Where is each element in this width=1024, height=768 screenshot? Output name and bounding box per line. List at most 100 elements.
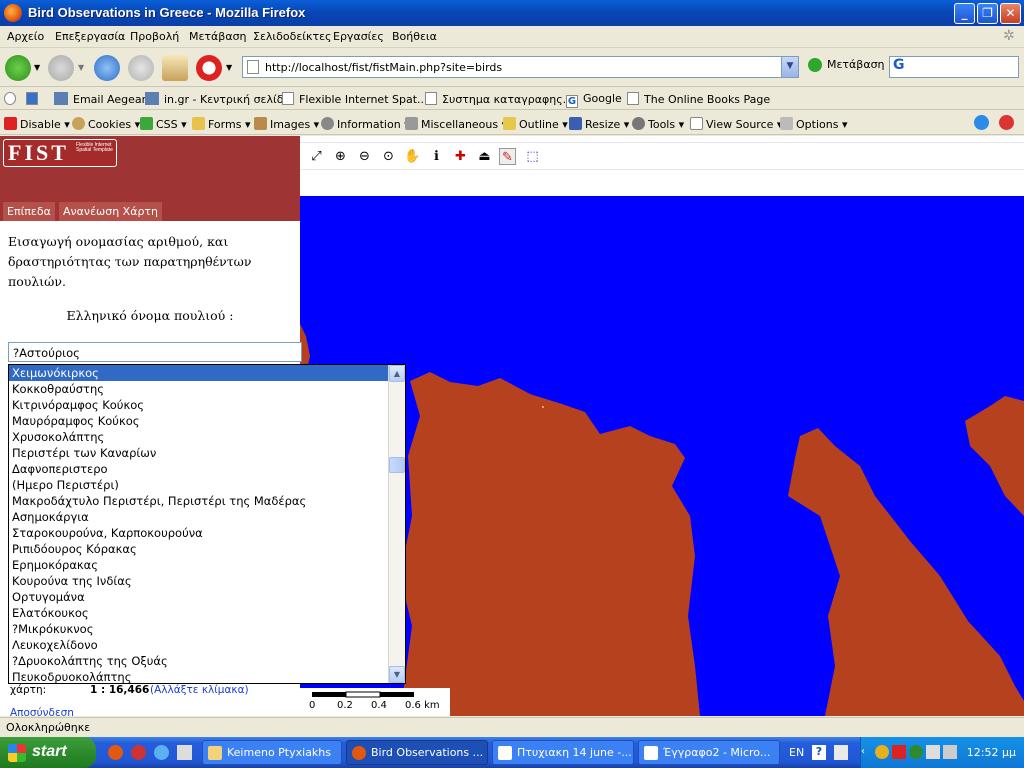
dropdown-option[interactable]: Χρυσοκολάπτης xyxy=(9,429,389,445)
dropdown-option[interactable]: Ριπιδόουρος Κόρακας xyxy=(9,541,389,557)
tray-expand-icon[interactable]: ‹ xyxy=(861,746,865,757)
help-icon[interactable]: ? xyxy=(812,745,826,760)
bookmark-email-aegean[interactable]: Email Aegean xyxy=(54,92,149,106)
zoom-out-icon[interactable]: ⊖ xyxy=(356,148,373,165)
menu-go[interactable]: Μετάβαση xyxy=(189,30,247,43)
back-icon[interactable] xyxy=(5,55,31,81)
scroll-thumb[interactable] xyxy=(389,457,405,473)
tray-icon[interactable] xyxy=(875,745,889,759)
validate-icon[interactable] xyxy=(974,115,989,130)
info-icon[interactable]: ℹ xyxy=(428,148,445,165)
dev-outline[interactable]: Outline ▾ xyxy=(503,117,568,131)
select-icon[interactable]: ⬚ xyxy=(524,148,541,165)
dropdown-option[interactable]: Περιστέρι των Καναρίων xyxy=(9,445,389,461)
task-bird-observations[interactable]: Bird Observations ... xyxy=(346,740,488,765)
logout-link[interactable]: Αποσύνδεση xyxy=(10,707,74,716)
language-indicator[interactable]: EN xyxy=(789,746,804,759)
dropdown-option[interactable]: ?Μικρόκυκνος xyxy=(9,621,389,637)
keyboard-icon[interactable] xyxy=(834,745,848,760)
task-keimeno[interactable]: Keimeno Ptyxiakhs xyxy=(202,740,342,765)
observation-point[interactable] xyxy=(542,406,544,408)
change-scale-link[interactable]: (Αλλάξτε κλίμακα) xyxy=(150,684,249,696)
dropdown-option[interactable]: Λευκοχελίδονο xyxy=(9,637,389,653)
dropdown-scrollbar[interactable]: ▲ ▼ xyxy=(388,365,405,683)
menu-edit[interactable]: Επεξεργασία xyxy=(55,30,125,43)
firefox-quicklaunch-icon[interactable] xyxy=(108,745,123,760)
forward-icon[interactable] xyxy=(48,55,74,81)
bookmark-systema[interactable]: Συστημα καταγραφης... xyxy=(425,92,573,106)
url-text[interactable]: http://localhost/fist/fistMain.php?site=… xyxy=(265,61,502,74)
dev-forms[interactable]: Forms ▾ xyxy=(192,117,250,131)
bird-name-dropdown[interactable]: Χειμωνόκιρκος Κοκκοθραύστης Κιτρινόραμφο… xyxy=(8,364,406,684)
url-dropdown-icon[interactable]: ▼ xyxy=(781,57,798,77)
search-box[interactable]: G xyxy=(889,56,1019,78)
go-button[interactable]: Μετάβαση xyxy=(808,58,885,72)
home-icon[interactable] xyxy=(162,55,188,81)
bookmark-online-books[interactable]: The Online Books Page xyxy=(627,92,770,106)
task-eggrafo2[interactable]: Έγγραφο2 - Micro... xyxy=(638,740,780,765)
close-button[interactable]: ✕ xyxy=(1000,3,1021,24)
scroll-down-icon[interactable]: ▼ xyxy=(389,666,405,683)
show-desktop-icon[interactable] xyxy=(177,745,192,760)
measure-icon[interactable]: ⏏ xyxy=(476,148,493,165)
stop-icon[interactable] xyxy=(128,55,154,81)
history-icon[interactable] xyxy=(4,92,21,106)
bookmark-manager-icon[interactable] xyxy=(26,92,43,106)
dev-information[interactable]: Information ▾ xyxy=(321,117,410,131)
bird-name-select[interactable]: ?Αστούριος xyxy=(8,342,302,362)
dropdown-option[interactable]: Πευκοδρυοκολάπτης xyxy=(9,669,389,683)
dropdown-option[interactable]: Σταροκουρούνα, Καρποκουρούνα xyxy=(9,525,389,541)
bookmark-google[interactable]: G Google xyxy=(566,92,622,108)
pan-hand-icon[interactable]: ✋ xyxy=(404,148,421,165)
menu-view[interactable]: Προβολή xyxy=(130,30,179,43)
ie-quicklaunch-icon[interactable] xyxy=(154,745,169,760)
menu-help[interactable]: Βοήθεια xyxy=(392,30,437,43)
tab-refresh-map[interactable]: Ανανέωση Χάρτη xyxy=(59,202,163,221)
zoom-extent-icon[interactable]: ⤢ xyxy=(308,148,325,165)
dropdown-option[interactable]: Ερημοκόρακας xyxy=(9,557,389,573)
dropdown-option[interactable]: Κιτρινόραμφος Κούκος xyxy=(9,397,389,413)
add-info-icon[interactable]: ✚ xyxy=(452,148,469,165)
dev-css[interactable]: CSS ▾ xyxy=(140,117,187,131)
url-bar[interactable]: http://localhost/fist/fistMain.php?site=… xyxy=(242,56,799,78)
dropdown-option[interactable]: Χειμωνόκιρκος xyxy=(9,365,389,381)
bookmark-fist[interactable]: Flexible Internet Spat... xyxy=(282,92,428,106)
back-dropdown-icon[interactable]: ▼ xyxy=(34,63,40,72)
dev-miscellaneous[interactable]: Miscellaneous ▾ xyxy=(405,117,507,131)
dropdown-option[interactable]: Κουρούνα της Ινδίας xyxy=(9,573,389,589)
start-button[interactable]: start xyxy=(0,737,96,768)
dev-tools[interactable]: Tools ▾ xyxy=(632,117,684,131)
dropdown-option[interactable]: Ορτυγομάνα xyxy=(9,589,389,605)
error-icon[interactable] xyxy=(999,115,1014,130)
dev-options[interactable]: Options ▾ xyxy=(780,117,847,131)
dropdown-option[interactable]: Μακροδάχτυλο Περιστέρι, Περιστέρι της Μα… xyxy=(9,493,389,509)
minimize-button[interactable]: _ xyxy=(954,3,975,24)
map-canvas[interactable] xyxy=(300,196,1024,716)
dropdown-option[interactable]: Δαφνοπεριστερο xyxy=(9,461,389,477)
volume-icon[interactable] xyxy=(943,745,957,759)
dropdown-option[interactable]: (Ημερο Περιστέρι) xyxy=(9,477,389,493)
tray-icon[interactable] xyxy=(909,745,923,759)
dropdown-option[interactable]: Μαυρόραμφος Κούκος xyxy=(9,413,389,429)
zoom-previous-icon[interactable]: ⊙ xyxy=(380,148,397,165)
draw-icon[interactable]: ✎ xyxy=(499,148,516,165)
reload-icon[interactable] xyxy=(94,55,120,81)
task-ptyxiakh[interactable]: Πτυχιακη 14 june -... xyxy=(492,740,634,765)
bookmark-in-gr[interactable]: in.gr - Κεντρική σελίδα xyxy=(145,92,291,106)
tray-icon[interactable] xyxy=(892,745,906,759)
dev-cookies[interactable]: Cookies ▾ xyxy=(72,117,140,131)
dev-view-source[interactable]: View Source ▾ xyxy=(690,117,782,131)
adblock-dropdown-icon[interactable]: ▼ xyxy=(226,63,232,72)
adblock-icon[interactable] xyxy=(196,55,222,81)
opera-quicklaunch-icon[interactable] xyxy=(131,745,146,760)
scroll-up-icon[interactable]: ▲ xyxy=(389,365,405,382)
zoom-in-icon[interactable]: ⊕ xyxy=(332,148,349,165)
menu-file[interactable]: Αρχείο xyxy=(7,30,44,43)
tray-icon[interactable] xyxy=(926,745,940,759)
dev-disable[interactable]: Disable ▾ xyxy=(4,117,70,131)
dropdown-option[interactable]: Ασημοκάργια xyxy=(9,509,389,525)
dropdown-option[interactable]: Ελατόκουκος xyxy=(9,605,389,621)
menu-tools[interactable]: Εργασίες xyxy=(333,30,384,43)
dev-images[interactable]: Images ▾ xyxy=(254,117,319,131)
forward-dropdown-icon[interactable]: ▼ xyxy=(78,63,84,72)
